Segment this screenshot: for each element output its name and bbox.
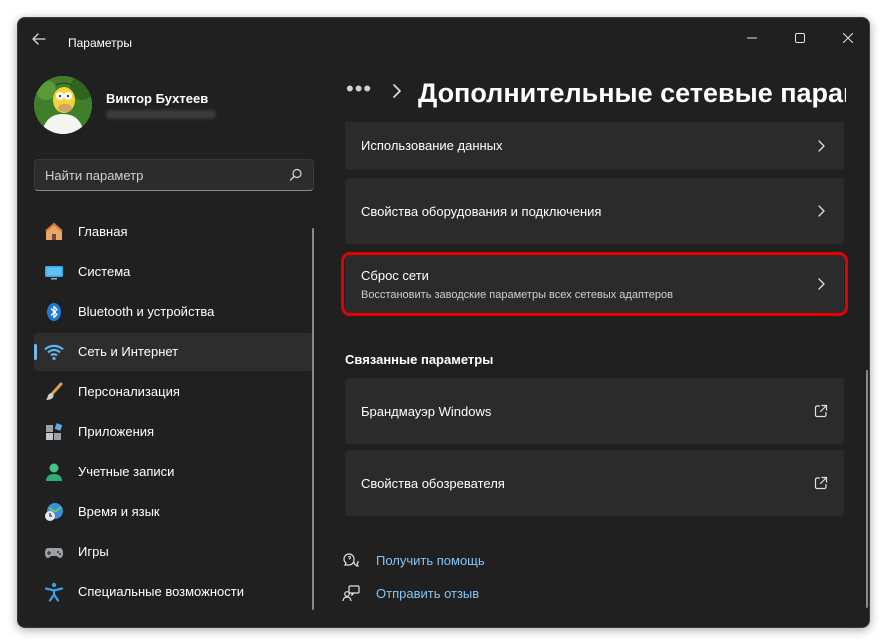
maximize-button[interactable] xyxy=(778,24,822,52)
sidebar-item-accessibility[interactable]: Специальные возможности xyxy=(34,573,314,611)
sidebar-item-label: Учетные записи xyxy=(78,464,175,479)
data-usage-item[interactable]: Использование данных xyxy=(345,122,844,170)
chevron-right-icon xyxy=(393,84,401,98)
windows-firewall-item[interactable]: Брандмауэр Windows xyxy=(345,378,844,444)
arrow-left-icon xyxy=(32,33,46,45)
brush-icon xyxy=(44,382,64,402)
avatar-image xyxy=(34,76,92,134)
sidebar-item-label: Специальные возможности xyxy=(78,584,244,599)
sidebar-item-apps[interactable]: Приложения xyxy=(34,413,314,451)
chevron-right-icon xyxy=(818,140,825,152)
hardware-properties-item[interactable]: Свойства оборудования и подключения xyxy=(345,178,844,244)
settings-window: Параметры Виктор Бухтеев Найти параметр xyxy=(17,17,870,628)
get-help-link[interactable]: Получить помощь xyxy=(342,549,485,571)
close-button[interactable] xyxy=(826,24,869,52)
avatar[interactable] xyxy=(34,76,92,134)
hardware-properties-label: Свойства оборудования и подключения xyxy=(361,204,602,219)
send-feedback-link[interactable]: Отправить отзыв xyxy=(342,582,479,604)
title-bar: Параметры xyxy=(18,18,869,52)
content-scrollbar[interactable] xyxy=(866,370,868,608)
open-external-icon xyxy=(814,404,828,418)
active-indicator xyxy=(34,344,37,360)
sidebar-item-network[interactable]: Сеть и Интернет xyxy=(34,333,314,371)
data-usage-label: Использование данных xyxy=(361,138,503,153)
sidebar-item-gaming[interactable]: Игры xyxy=(34,533,314,571)
sidebar-item-accounts[interactable]: Учетные записи xyxy=(34,453,314,491)
close-icon xyxy=(843,33,853,43)
sidebar-scrollbar[interactable] xyxy=(312,228,314,610)
bluetooth-icon xyxy=(44,302,64,322)
home-icon xyxy=(44,222,64,242)
sidebar-item-label: Время и язык xyxy=(78,504,160,519)
get-help-label: Получить помощь xyxy=(376,552,485,568)
related-settings-heading: Связанные параметры xyxy=(345,352,494,367)
sidebar-item-label: Приложения xyxy=(78,424,155,439)
search-icon[interactable] xyxy=(289,168,303,182)
sidebar-nav: Главная Система Bluetooth и устройства С… xyxy=(34,213,314,613)
windows-firewall-label: Брандмауэр Windows xyxy=(361,404,492,419)
sidebar-item-label: Сеть и Интернет xyxy=(78,344,179,359)
sidebar-item-label: Главная xyxy=(78,224,128,239)
breadcrumb: ••• Дополнительные сетевые парам xyxy=(346,76,846,110)
help-chat-icon xyxy=(343,553,359,567)
minimize-icon xyxy=(747,37,757,39)
sidebar-item-label: Bluetooth и устройства xyxy=(78,304,215,319)
globe-clock-icon xyxy=(44,502,64,522)
highlight-frame xyxy=(341,252,848,316)
sidebar-item-system[interactable]: Система xyxy=(34,253,314,291)
user-email-redacted xyxy=(106,110,216,119)
system-icon xyxy=(44,262,64,282)
chevron-right-icon xyxy=(818,205,825,217)
internet-options-item[interactable]: Свойства обозревателя xyxy=(345,450,844,516)
minimize-button[interactable] xyxy=(730,24,774,52)
sidebar-item-label: Персонализация xyxy=(78,384,180,399)
app-title: Параметры xyxy=(68,36,132,50)
open-external-icon xyxy=(814,476,828,490)
feedback-icon xyxy=(342,585,360,602)
apps-icon xyxy=(44,422,64,442)
breadcrumb-more-button[interactable]: ••• xyxy=(346,76,372,102)
accessibility-icon xyxy=(44,582,64,602)
sidebar-item-label: Игры xyxy=(78,544,109,559)
internet-options-label: Свойства обозревателя xyxy=(361,476,505,491)
send-feedback-label: Отправить отзыв xyxy=(376,585,480,601)
page-title: Дополнительные сетевые парам xyxy=(418,78,846,108)
sidebar-item-personalization[interactable]: Персонализация xyxy=(34,373,314,411)
sidebar-item-time-language[interactable]: Время и язык xyxy=(34,493,314,531)
gamepad-icon xyxy=(44,542,64,562)
back-button[interactable] xyxy=(28,28,50,50)
search-box[interactable]: Найти параметр xyxy=(34,159,314,191)
maximize-icon xyxy=(795,33,805,43)
sidebar-item-home[interactable]: Главная xyxy=(34,213,314,251)
sidebar-item-label: Система xyxy=(78,264,131,279)
search-input[interactable]: Найти параметр xyxy=(45,168,143,183)
sidebar-item-bluetooth[interactable]: Bluetooth и устройства xyxy=(34,293,314,331)
wifi-icon xyxy=(44,342,64,362)
user-name: Виктор Бухтеев xyxy=(106,91,209,106)
account-icon xyxy=(44,462,64,482)
